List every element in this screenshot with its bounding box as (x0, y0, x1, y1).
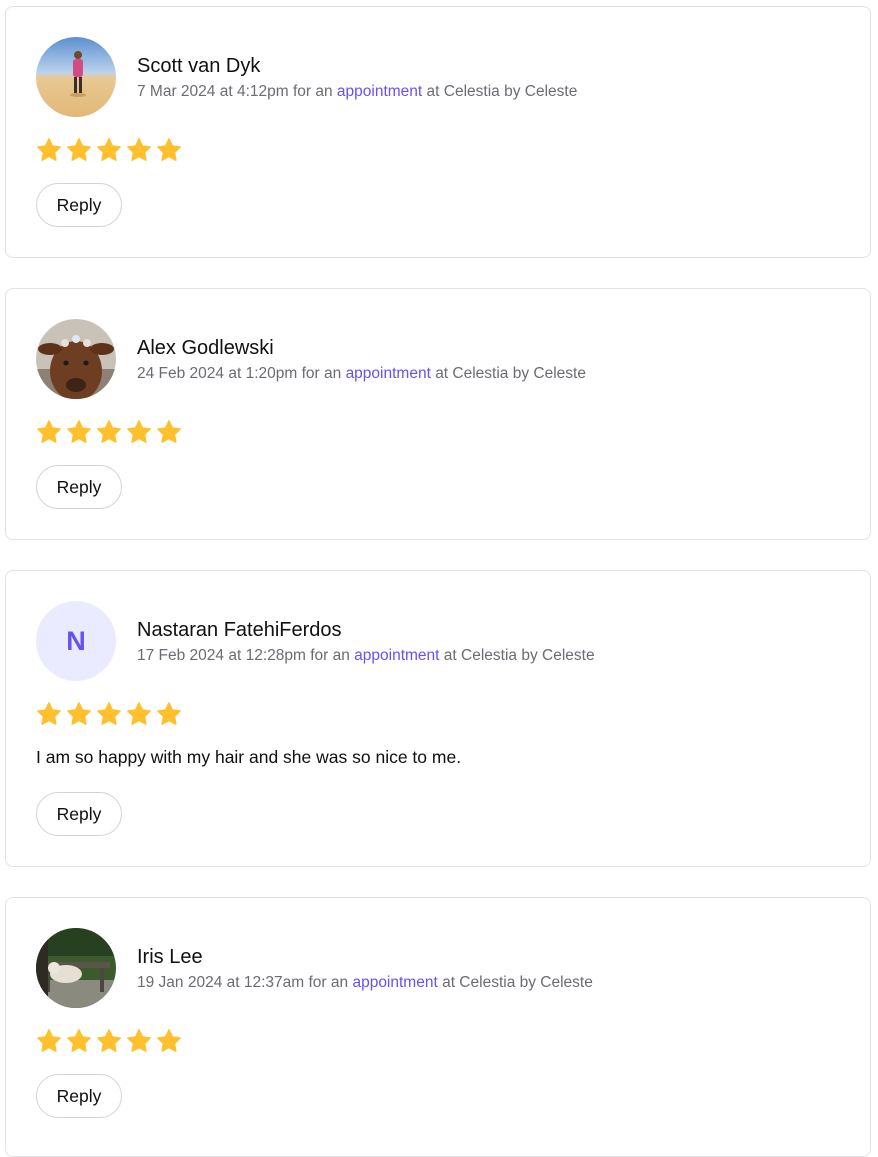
review-card: N Nastaran FatehiFerdos 17 Feb 2024 at 1… (5, 570, 871, 867)
reviewer-avatar (36, 319, 116, 399)
star-rating (36, 137, 182, 163)
star-icon (97, 420, 121, 443)
review-venue: at Celestia by Celeste (435, 365, 586, 382)
review-for-text: for an (301, 365, 342, 382)
review-venue: at Celestia by Celeste (443, 647, 595, 664)
appointment-link[interactable]: appointment (346, 365, 431, 382)
review-text: I am so happy with my hair and she was s… (36, 747, 462, 767)
review-meta: 24 Feb 2024 at 1:20pm for an appointment… (137, 365, 586, 383)
review-meta: 17 Feb 2024 at 12:28pm for an appointmen… (137, 647, 595, 665)
star-icon (127, 138, 151, 161)
star-icon (157, 702, 181, 725)
reviewer-name: Scott van Dyk (137, 55, 261, 77)
review-date: 17 Feb 2024 at 12:28pm (137, 647, 306, 664)
star-icon (127, 1029, 151, 1052)
star-icon (37, 702, 61, 725)
star-icon (67, 702, 91, 725)
star-icon (127, 702, 151, 725)
review-for-text: for an (292, 83, 333, 100)
reply-button[interactable]: Reply (36, 465, 122, 509)
star-icon (157, 1029, 181, 1052)
reviewer-name: Alex Godlewski (137, 337, 274, 359)
reviewer-avatar-initial: N (36, 601, 116, 681)
reply-button[interactable]: Reply (36, 183, 122, 227)
reviewer-name: Iris Lee (137, 946, 203, 968)
star-icon (97, 702, 121, 725)
star-icon (67, 420, 91, 443)
reviewer-name: Nastaran FatehiFerdos (137, 619, 342, 641)
star-rating (36, 701, 182, 727)
appointment-link[interactable]: appointment (354, 647, 439, 664)
review-date: 24 Feb 2024 at 1:20pm (137, 365, 298, 382)
star-icon (157, 420, 181, 443)
appointment-link[interactable]: appointment (337, 83, 422, 100)
star-icon (67, 138, 91, 161)
star-rating (36, 419, 182, 445)
reply-button[interactable]: Reply (36, 1074, 122, 1118)
review-venue: at Celestia by Celeste (426, 83, 578, 100)
review-card: Scott van Dyk 7 Mar 2024 at 4:12pm for a… (5, 6, 871, 258)
review-venue: at Celestia by Celeste (442, 974, 593, 991)
appointment-link[interactable]: appointment (352, 974, 437, 991)
review-for-text: for an (310, 647, 350, 664)
reply-button[interactable]: Reply (36, 792, 122, 836)
review-for-text: for an (308, 974, 349, 991)
star-icon (37, 420, 61, 443)
reviewer-avatar (36, 37, 116, 117)
review-date: 19 Jan 2024 at 12:37am (137, 974, 305, 991)
star-icon (97, 1029, 121, 1052)
review-card: Iris Lee 19 Jan 2024 at 12:37am for an a… (5, 897, 871, 1157)
star-icon (97, 138, 121, 161)
star-icon (157, 138, 181, 161)
star-rating (36, 1028, 182, 1054)
review-meta: 7 Mar 2024 at 4:12pm for an appointment … (137, 83, 577, 101)
review-date: 7 Mar 2024 at 4:12pm (137, 83, 289, 100)
star-icon (37, 138, 61, 161)
reviewer-avatar (36, 928, 116, 1008)
star-icon (67, 1029, 91, 1052)
review-meta: 19 Jan 2024 at 12:37am for an appointmen… (137, 974, 593, 992)
review-card: Alex Godlewski 24 Feb 2024 at 1:20pm for… (5, 288, 871, 540)
star-icon (37, 1029, 61, 1052)
star-icon (127, 420, 151, 443)
